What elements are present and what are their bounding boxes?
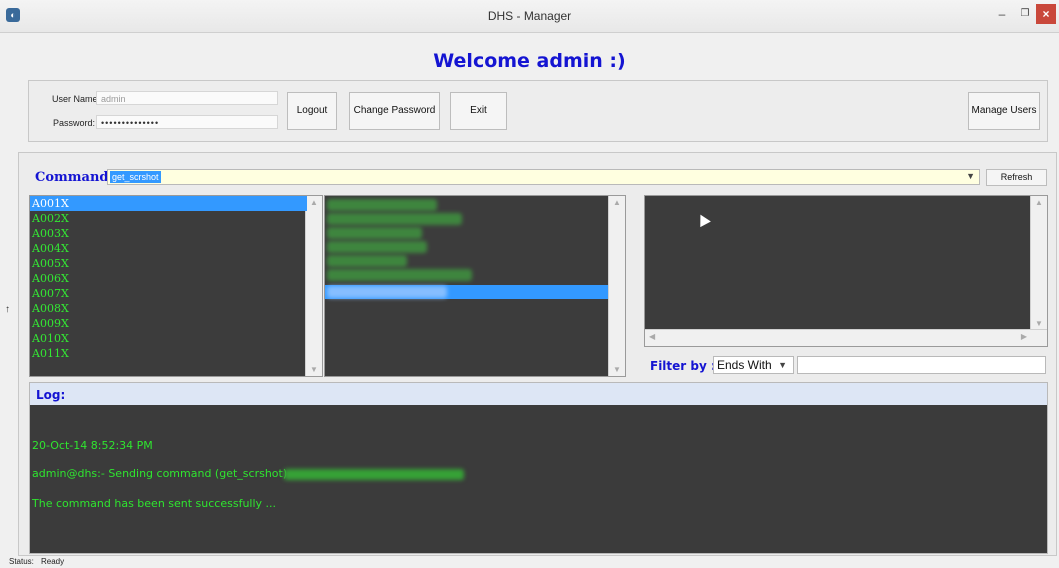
maximize-icon[interactable]: ❐ [1014, 4, 1036, 24]
device-list-item[interactable]: A010X [30, 331, 307, 346]
chevron-down-icon[interactable]: ▼ [778, 357, 787, 373]
output-panel[interactable]: ▲ ▼ ◀ ▶ [644, 195, 1048, 347]
target-list-scrollbar[interactable]: ▲ ▼ [608, 196, 625, 376]
status-bar: Status: Ready [0, 556, 1059, 568]
filter-mode-dropdown[interactable]: Ends With ▼ [713, 356, 794, 374]
redacted-list-item[interactable] [327, 269, 472, 281]
device-list-item[interactable]: A001X [30, 196, 307, 211]
status-label: Status: [9, 557, 34, 566]
scroll-down-icon[interactable]: ▼ [306, 365, 322, 374]
device-list-item[interactable]: A008X [30, 301, 307, 316]
window-title: DHS - Manager [487, 9, 572, 23]
device-list-item[interactable]: A011X [30, 346, 307, 361]
title-bar: ◐ DHS - Manager – ❐ × [0, 0, 1059, 33]
username-label: User Name: [52, 94, 101, 104]
scroll-down-icon[interactable]: ▼ [1031, 319, 1047, 328]
redacted-list-item[interactable] [327, 227, 422, 239]
log-line: The command has been sent successfully .… [32, 497, 277, 510]
redacted-list-item[interactable] [327, 255, 407, 267]
chevron-down-icon[interactable]: ▼ [966, 171, 975, 181]
close-icon[interactable]: × [1036, 4, 1056, 24]
selected-list-item[interactable] [325, 285, 608, 299]
log-label: Log: [36, 388, 66, 402]
filter-mode-value: Ends With [717, 358, 772, 372]
refresh-button[interactable]: Refresh [986, 169, 1047, 186]
scroll-up-icon[interactable]: ▲ [1031, 198, 1047, 207]
scroll-down-icon[interactable]: ▼ [609, 365, 625, 374]
manage-users-button[interactable]: Manage Users [968, 92, 1040, 130]
exit-button[interactable]: Exit [450, 92, 507, 130]
command-label: Command: [35, 170, 114, 185]
filter-label: Filter by : [650, 359, 716, 373]
device-list-scrollbar[interactable]: ▲ ▼ [305, 196, 322, 376]
device-list[interactable]: ▲ ▼ A001X A002X A003X A004X A005X A006X A007X A… [29, 195, 323, 377]
output-vertical-scrollbar[interactable]: ▲ ▼ [1030, 196, 1047, 330]
resize-arrow-icon: ↑ [5, 304, 10, 315]
scroll-right-icon[interactable]: ▶ [1021, 332, 1027, 341]
device-list-item[interactable]: A004X [30, 241, 307, 256]
password-label: Password: [53, 118, 96, 128]
log-panel: Log: 20-Oct-14 8:52:34 PM admin@dhs:- Se… [29, 382, 1048, 554]
filter-input[interactable] [797, 356, 1046, 374]
device-list-item[interactable]: A005X [30, 256, 307, 271]
username-field[interactable]: admin [96, 91, 278, 105]
scroll-up-icon[interactable]: ▲ [609, 198, 625, 207]
change-password-button[interactable]: Change Password [349, 92, 440, 130]
scroll-left-icon[interactable]: ◀ [649, 332, 655, 341]
password-field[interactable]: •••••••••••••• [96, 115, 278, 129]
welcome-heading: Welcome admin :) [433, 50, 626, 72]
device-list-item[interactable]: A007X [30, 286, 307, 301]
command-panel: Command: get_scrshot ▼ Refresh ▲ ▼ A001X… [18, 152, 1057, 556]
status-value: Ready [41, 557, 65, 566]
redacted-list-item[interactable] [327, 199, 437, 211]
scroll-up-icon[interactable]: ▲ [306, 198, 322, 207]
device-list-item[interactable]: A006X [30, 271, 307, 286]
log-output[interactable]: 20-Oct-14 8:52:34 PM admin@dhs:- Sending… [30, 405, 1047, 553]
device-list-item[interactable]: A003X [30, 226, 307, 241]
log-line: 20-Oct-14 8:52:34 PM [32, 439, 153, 452]
output-horizontal-scrollbar[interactable]: ◀ ▶ [645, 329, 1047, 346]
logout-button[interactable]: Logout [287, 92, 337, 130]
device-list-item[interactable]: A009X [30, 316, 307, 331]
command-dropdown[interactable]: get_scrshot ▼ [107, 169, 980, 185]
target-list[interactable]: ▲ ▼ [324, 195, 626, 377]
redacted-list-item[interactable] [327, 213, 462, 225]
minimize-icon[interactable]: – [990, 4, 1014, 24]
login-panel: User Name: admin Password: •••••••••••••… [28, 80, 1048, 142]
redacted-list-item [327, 286, 447, 298]
device-list-item[interactable]: A002X [30, 211, 307, 226]
command-value: get_scrshot [110, 171, 161, 183]
redacted-log-text [284, 469, 464, 480]
mouse-cursor-icon [695, 211, 711, 228]
redacted-list-item[interactable] [327, 241, 427, 253]
log-line: admin@dhs:- Sending command (get_scrshot… [32, 467, 288, 480]
